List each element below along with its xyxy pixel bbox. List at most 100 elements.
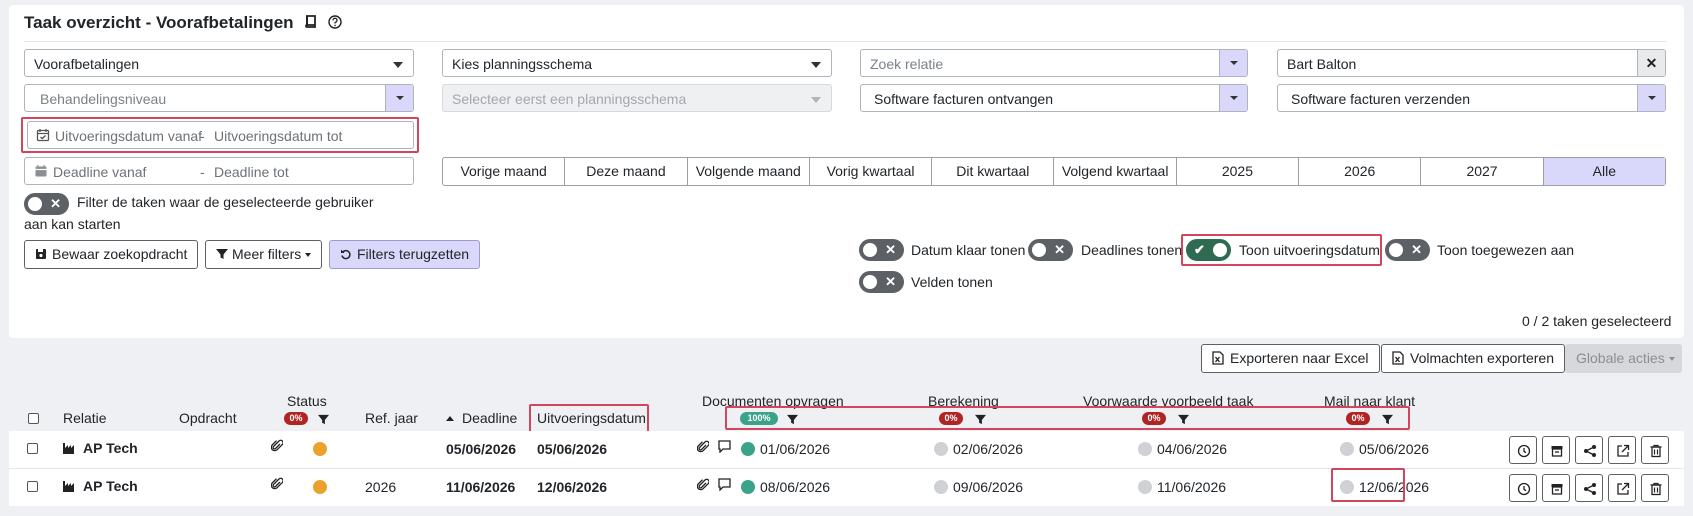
mail-date-cell: 05/06/2026 [1359, 441, 1430, 457]
level-select[interactable]: Behandelingsniveau [24, 84, 414, 112]
open-external-button[interactable] [1608, 474, 1636, 502]
period-2026[interactable]: 2026 [1299, 158, 1422, 185]
row-checkbox[interactable] [27, 443, 38, 454]
relation-cell[interactable]: AP Tech [63, 440, 138, 456]
col-calculation[interactable]: Berekening [928, 393, 999, 409]
software-received-dropdown[interactable] [1219, 85, 1247, 111]
filter-icon[interactable] [1178, 412, 1189, 425]
schema-select[interactable]: Kies planningsschema [442, 49, 832, 77]
archive-button[interactable] [1542, 436, 1570, 464]
global-actions-label: Globale acties [1576, 350, 1665, 366]
user-select[interactable]: Bart Balton ✕ [1277, 49, 1666, 77]
date-done-label: Datum klaar tonen [911, 242, 1026, 258]
relation-name: AP Tech [83, 478, 138, 494]
relation-cell[interactable]: AP Tech [63, 478, 138, 494]
col-status[interactable]: Status [287, 393, 327, 409]
delete-button[interactable] [1641, 474, 1669, 502]
filter-icon [216, 246, 232, 262]
period-previous-quarter[interactable]: Vorig kwartaal [810, 158, 933, 185]
row-checkbox[interactable] [27, 481, 38, 492]
software-received-select[interactable]: Software facturen ontvangen [860, 84, 1248, 112]
select-all-checkbox[interactable] [28, 413, 39, 424]
file-excel-icon [1212, 350, 1230, 366]
period-next-month[interactable]: Volgende maand [688, 158, 810, 185]
export-excel-label: Exporteren naar Excel [1230, 350, 1369, 366]
type-select-value: Voorafbetalingen [34, 56, 140, 72]
relation-search[interactable]: Zoek relatie [860, 49, 1248, 77]
date-done-toggle[interactable]: ✕ [859, 239, 904, 261]
col-ref-year[interactable]: Ref. jaar [365, 410, 418, 426]
open-external-button[interactable] [1608, 436, 1636, 464]
share-button[interactable] [1575, 436, 1603, 464]
filter-icon[interactable] [975, 412, 986, 425]
more-filters-button[interactable]: Meer filters [205, 240, 323, 269]
history-button[interactable] [1509, 436, 1537, 464]
deadlines-toggle[interactable]: ✕ [1028, 239, 1073, 261]
exec-date-to[interactable]: Uitvoeringsdatum tot [214, 128, 342, 144]
status-progress-badge: 0% [284, 412, 308, 425]
page-title-text: Taak overzicht - Voorafbetalingen [24, 13, 294, 32]
filter-icon[interactable] [787, 412, 798, 425]
archive-button[interactable] [1542, 474, 1570, 502]
period-this-month[interactable]: Deze maand [565, 158, 688, 185]
col-exec-date[interactable]: Uitvoeringsdatum [537, 410, 646, 426]
filter-icon[interactable] [318, 412, 329, 425]
period-previous-month[interactable]: Vorige maand [443, 158, 566, 185]
type-select[interactable]: Voorafbetalingen [24, 49, 414, 77]
software-send-dropdown[interactable] [1637, 85, 1665, 111]
save-search-label: Bewaar zoekopdracht [52, 246, 188, 262]
fields-toggle[interactable]: ✕ [859, 271, 904, 293]
filter-icon[interactable] [1382, 412, 1393, 425]
relation-name: AP Tech [83, 440, 138, 456]
col-documents[interactable]: Documenten opvragen [702, 393, 844, 409]
deadline-to[interactable]: Deadline tot [214, 164, 289, 180]
exec-date-cell: 05/06/2026 [537, 441, 608, 457]
schema-step-placeholder: Selecteer eerst een planningsschema [452, 91, 687, 107]
page-title: Taak overzicht - Voorafbetalingen [24, 13, 342, 34]
period-all[interactable]: Alle [1543, 158, 1665, 185]
history-button[interactable] [1509, 474, 1537, 502]
status-dot [313, 480, 327, 494]
deadline-range[interactable]: Deadline vanaf - Deadline tot [24, 157, 414, 185]
table-row[interactable] [9, 431, 1684, 468]
paperclip-icon[interactable] [270, 477, 284, 494]
exec-date-range[interactable]: Uitvoeringsdatum vanaf - Uitvoeringsdatu… [27, 121, 414, 149]
paperclip-icon[interactable] [270, 439, 284, 456]
status-dot [313, 442, 327, 456]
help-icon[interactable] [328, 14, 342, 34]
col-deadline[interactable]: Deadline [446, 410, 517, 426]
col-example-task[interactable]: Voorwaarde voorbeeld taak [1083, 393, 1253, 409]
exec-date-from[interactable]: Uitvoeringsdatum vanaf [55, 128, 202, 144]
period-2027[interactable]: 2027 [1421, 158, 1544, 185]
period-next-quarter[interactable]: Volgend kwartaal [1054, 158, 1177, 185]
paperclip-icon[interactable] [696, 440, 710, 457]
save-search-button[interactable]: Bewaar zoekopdracht [24, 240, 199, 269]
comment-icon[interactable] [718, 478, 731, 494]
exec-date-toggle[interactable]: ✔ [1186, 239, 1231, 261]
export-excel-button[interactable]: Exporteren naar Excel [1201, 344, 1380, 373]
paperclip-icon[interactable] [696, 478, 710, 495]
reset-filters-button[interactable]: Filters terugzetten [329, 240, 481, 269]
table-row[interactable] [9, 469, 1684, 506]
example-progress-badge: 0% [1142, 412, 1166, 425]
comment-icon[interactable] [718, 440, 731, 456]
col-mail-client[interactable]: Mail naar klant [1324, 393, 1415, 409]
delete-button[interactable] [1641, 436, 1669, 464]
book-icon[interactable] [304, 14, 317, 34]
level-dropdown-button[interactable] [385, 85, 413, 111]
share-button[interactable] [1575, 474, 1603, 502]
mail-date-cell: 12/06/2026 [1359, 479, 1430, 495]
deadline-from[interactable]: Deadline vanaf [53, 164, 146, 180]
period-this-quarter[interactable]: Dit kwartaal [932, 158, 1055, 185]
exec-date-cell: 12/06/2026 [537, 479, 608, 495]
relation-dropdown-button[interactable] [1219, 50, 1247, 76]
software-send-select[interactable]: Software facturen verzenden [1277, 84, 1666, 112]
deadlines-label: Deadlines tonen [1081, 242, 1183, 258]
period-2025[interactable]: 2025 [1177, 158, 1300, 185]
ref-year-cell: 2026 [365, 479, 397, 495]
assigned-toggle[interactable]: ✕ [1385, 239, 1430, 261]
col-assignment[interactable]: Opdracht [179, 410, 237, 426]
export-mandates-button[interactable]: Volmachten exporteren [1381, 344, 1565, 373]
col-relation[interactable]: Relatie [63, 410, 107, 426]
clear-user-button[interactable]: ✕ [1637, 50, 1665, 76]
